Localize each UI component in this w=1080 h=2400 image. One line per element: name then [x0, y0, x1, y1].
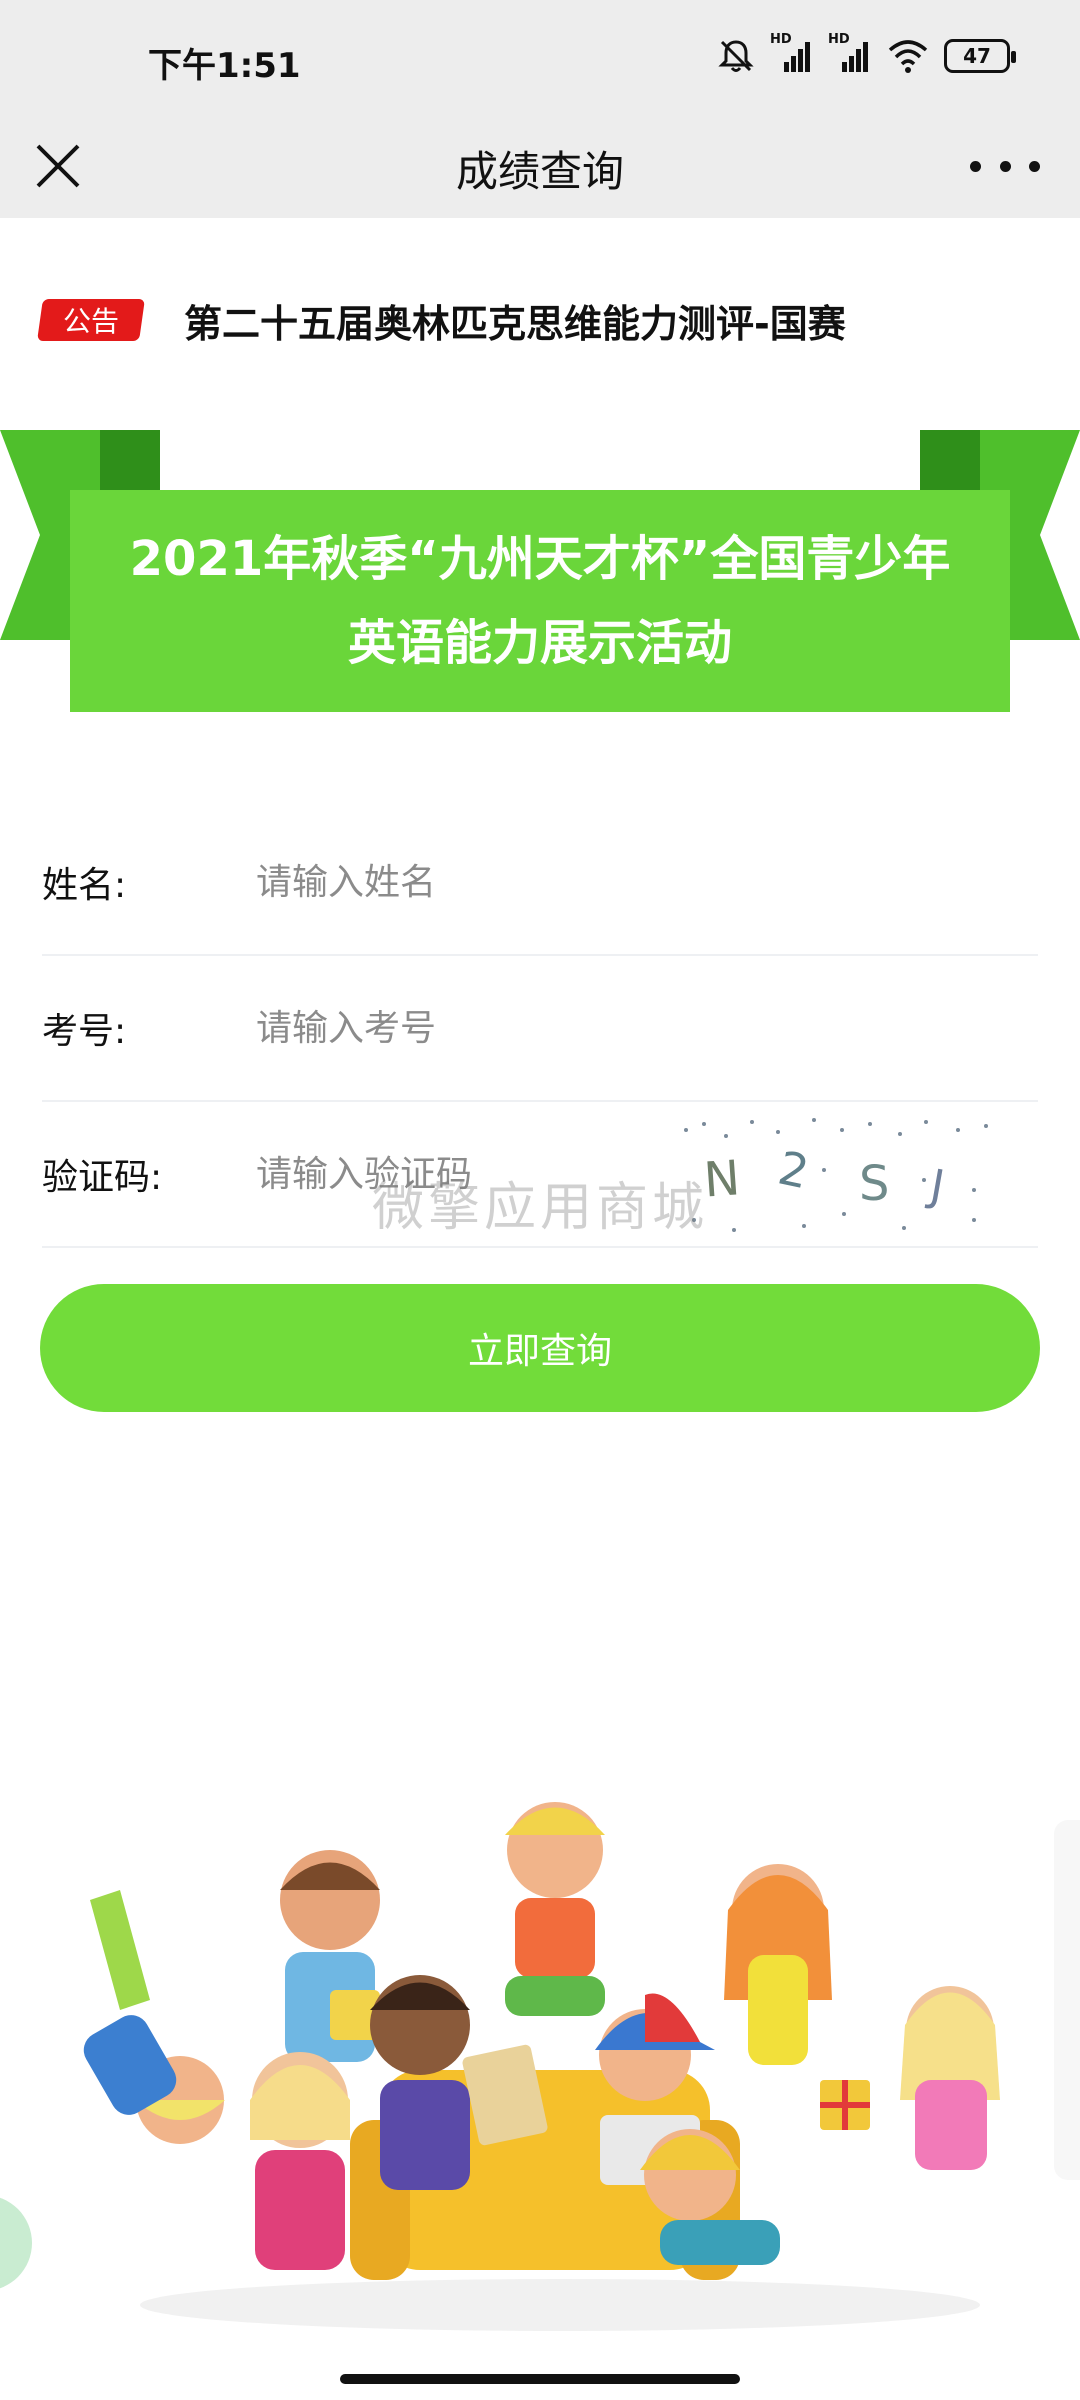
exam-number-row: 考号: [42, 956, 1038, 1102]
watermark: 微擎应用商城 [371, 1178, 708, 1238]
floating-side-handle[interactable] [1054, 1820, 1080, 2180]
event-banner: 2021年秋季“九州天才杯”全国青少年 英语能力展示活动 [0, 430, 1080, 730]
signal-icon: HD [828, 32, 872, 76]
status-bar: 下午1:51 HD HD 47 [0, 0, 1080, 118]
banner-title-line1: 2021年秋季“九州天才杯”全国青少年 [129, 531, 951, 587]
page-title: 成绩查询 [455, 147, 624, 196]
query-button[interactable]: 立即查询 [40, 1284, 1040, 1412]
name-input[interactable] [256, 861, 676, 903]
status-icons: HD HD 47 [716, 32, 1016, 78]
notice-badge: 公告 [37, 299, 145, 341]
name-row: 姓名: [42, 810, 1038, 956]
home-indicator [340, 2374, 740, 2384]
battery-level: 47 [963, 44, 991, 68]
banner-title: 2021年秋季“九州天才杯”全国青少年 英语能力展示活动 [70, 490, 1010, 712]
wifi-icon [888, 40, 928, 73]
hd-label: HD [828, 32, 850, 47]
notifications-muted-icon [718, 40, 754, 72]
exam-number-label: 考号: [42, 1011, 127, 1052]
hd-label: HD [770, 32, 792, 47]
banner-title-line2: 英语能力展示活动 [347, 615, 732, 671]
children-reading-illustration [83, 1802, 1000, 2331]
more-icon[interactable] [970, 144, 1040, 188]
name-label: 姓名: [42, 865, 127, 906]
status-time: 下午1:51 [148, 46, 301, 86]
exam-number-input[interactable] [256, 1007, 676, 1049]
signal-icon: HD [770, 32, 814, 76]
notice-bar[interactable]: 公告 第二十五届奥林匹克思维能力测评-国赛 [37, 290, 1040, 350]
battery-icon: 47 [944, 39, 1016, 73]
nav-bar: 成绩查询 [0, 118, 1080, 218]
notice-text: 第二十五届奥林匹克思维能力测评-国赛 [184, 301, 846, 346]
